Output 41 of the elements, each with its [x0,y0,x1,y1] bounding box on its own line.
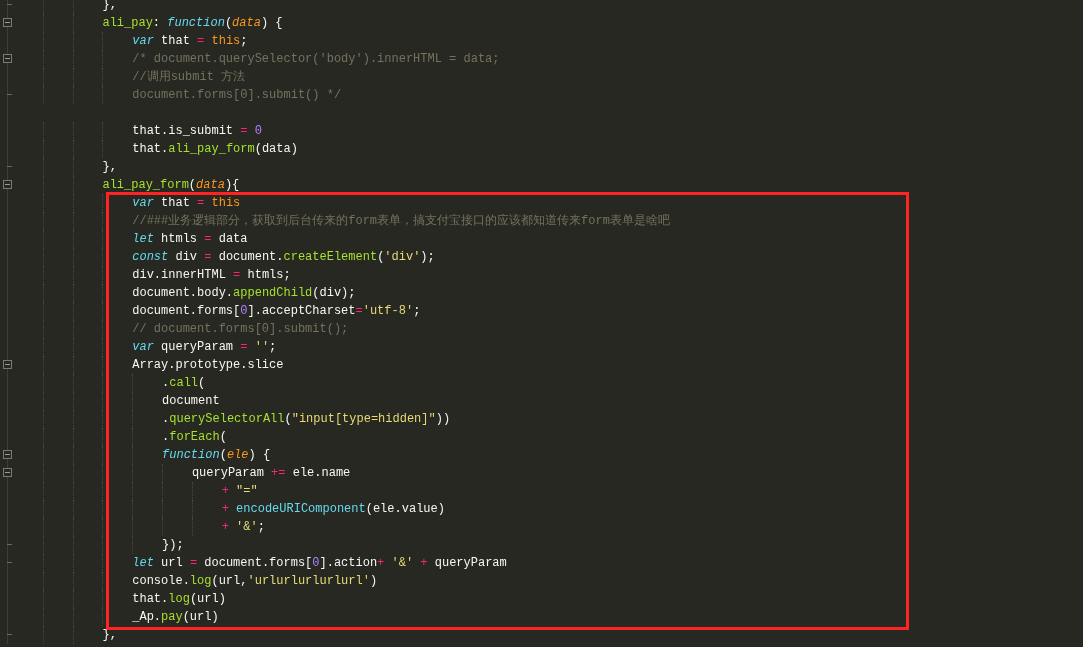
fold-toggle-icon[interactable] [3,54,12,63]
code-line: }, [102,0,117,14]
code-line: function(ele) { [162,447,271,464]
code-line: queryParam += ele.name [191,465,351,482]
code-line: + '&'; [221,519,265,536]
code-line: }, [102,159,117,176]
code-line: var that = this; [132,33,248,50]
fold-toggle-icon[interactable] [3,360,12,369]
fold-toggle-icon[interactable] [3,450,12,459]
code-line: .forEach( [162,429,227,446]
code-line: //###业务逻辑部分，获取到后台传来的form表单，搞支付宝接口的应该都知道传来form表单是啥吧 [132,213,670,230]
code-line: document [162,393,220,410]
code-line: document.body.appendChild(div); [132,285,356,302]
code-line: /* document.querySelector('body').innerHTML = data; [132,51,500,68]
code-line: ali_pay_form(data){ [102,177,240,194]
code-line: // document.forms[0].submit(); [132,321,349,338]
code-line: document.forms[0].submit() */ [132,87,342,104]
code-line: + encodeURIComponent(ele.value) [221,501,445,518]
code-line: //调用submit 方法 [132,69,246,86]
code-line: var that = this [132,195,241,212]
code-line: document.forms[0].acceptCharset='utf-8'; [132,303,421,320]
code-line: div.innerHTML = htmls; [132,267,291,284]
code-line: let htmls = data [132,231,248,248]
code-line: console.log(url,'urlurlurlurlurl') [132,573,378,590]
fold-toggle-icon[interactable] [3,180,12,189]
code-line: _Ap.pay(url) [132,609,219,626]
fold-toggle-icon[interactable] [3,18,12,27]
code-line: that.ali_pay_form(data) [132,141,298,158]
code-line: var queryParam = ''; [132,339,277,356]
code-line: const div = document.createElement('div'); [132,249,435,266]
code-line: }); [162,537,184,554]
code-line: .querySelectorAll("input[type=hidden]")) [162,411,451,428]
code-line: Array.prototype.slice [132,357,284,374]
fold-toggle-icon[interactable] [3,468,12,477]
code-line: that.is_submit = 0 [132,123,262,140]
code-line: }, [102,627,117,644]
code-line: ali_pay: function(data) { [102,15,283,32]
code-line: let url = document.forms[0].action+ '&' + queryParam [132,555,507,572]
code-line: + "=" [221,483,258,500]
code-line: that.log(url) [132,591,226,608]
code-line: .call( [162,375,206,392]
